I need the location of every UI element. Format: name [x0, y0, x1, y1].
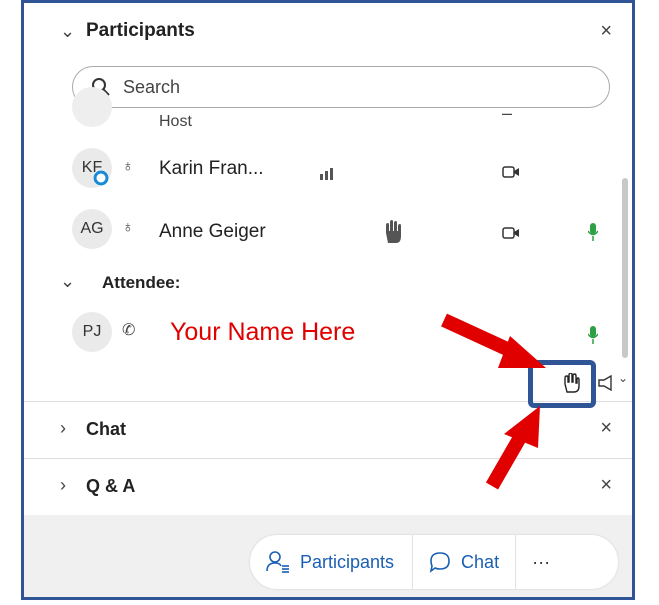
chevron-right-icon[interactable]: › [60, 418, 66, 439]
chat-button-label: Chat [461, 551, 500, 572]
participants-header[interactable]: ⌄ Participants × [24, 3, 632, 59]
video-camera-icon[interactable] [502, 226, 520, 240]
phone-icon: ✆ [122, 322, 136, 339]
microphone-icon[interactable] [588, 223, 598, 241]
status-ring-icon [93, 170, 109, 186]
close-icon[interactable]: × [600, 20, 612, 43]
avatar: AG [72, 209, 112, 249]
participant-row-anne[interactable]: AG ♁ Anne Geiger [24, 209, 614, 257]
avatar: PJ [72, 312, 112, 352]
avatar [72, 87, 112, 127]
arrow-annotation-icon [441, 313, 546, 368]
headset-icon: ♁ [122, 219, 134, 236]
chevron-down-icon[interactable]: ⌄ [618, 371, 628, 385]
signal-bars-icon [320, 168, 333, 180]
attendee-section-header[interactable]: ⌄ Attendee: [24, 265, 614, 301]
participants-button[interactable]: Participants [250, 535, 412, 589]
headset-icon: ♁ [122, 158, 134, 175]
attendee-header-label: Attendee: [102, 273, 181, 292]
scrollbar[interactable] [622, 178, 628, 358]
participant-row-karin[interactable]: KF ♁ Karin Fran... [24, 148, 614, 196]
arrow-annotation-icon [485, 406, 540, 490]
participants-title: Participants [86, 20, 195, 41]
close-icon[interactable]: × [600, 474, 612, 497]
chat-button[interactable]: Chat [413, 535, 515, 589]
qa-section-title: Q & A [86, 476, 136, 496]
avatar-initials: PJ [82, 323, 102, 340]
chat-section-title: Chat [86, 419, 126, 439]
microphone-icon[interactable] [588, 326, 598, 344]
video-camera-icon[interactable] [502, 165, 520, 179]
footer-bar: Participants Chat ··· [24, 515, 632, 597]
avatar-initials: AG [80, 220, 104, 237]
dash-icon: – [502, 103, 513, 123]
more-options-icon: ··· [532, 551, 551, 572]
participant-name: Karin Fran... [159, 158, 264, 179]
close-icon[interactable]: × [600, 417, 612, 440]
your-name-annotation: Your Name Here [170, 318, 356, 346]
more-options-button[interactable]: ··· [516, 535, 566, 589]
chevron-down-icon[interactable]: ⌄ [60, 21, 75, 42]
footer-button-group: Participants Chat ··· [250, 535, 618, 589]
chevron-down-icon[interactable]: ⌄ [60, 271, 75, 292]
participant-name: Anne Geiger [159, 221, 266, 242]
megaphone-icon[interactable] [597, 375, 617, 391]
host-role-label: Host [159, 113, 192, 130]
participants-panel: ⌄ Participants × Host – KF ♁ Karin Fran.… [21, 0, 635, 600]
chat-bubble-icon [429, 552, 450, 573]
chevron-right-icon[interactable]: › [60, 475, 66, 496]
search-input[interactable] [121, 75, 565, 99]
search-field[interactable] [72, 66, 610, 108]
participants-icon [266, 551, 289, 573]
raised-hand-icon [386, 220, 401, 243]
participants-button-label: Participants [300, 551, 395, 572]
